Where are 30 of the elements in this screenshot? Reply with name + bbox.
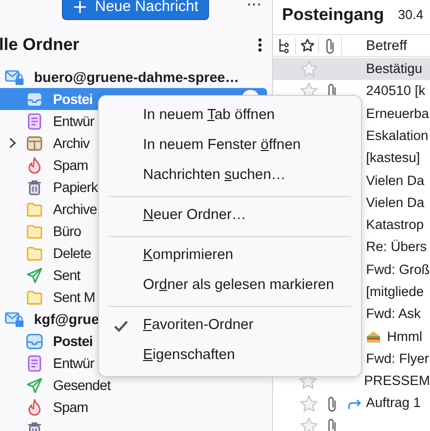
message-subject: Katastrop: [366, 216, 424, 234]
folder-name: Spam: [53, 156, 88, 175]
folder-title: Posteingang: [282, 4, 384, 26]
message-subject: PRESSEM: [364, 372, 430, 390]
folder-name: Entwür: [53, 112, 94, 130]
folder-name: Büro: [53, 222, 81, 240]
folder-name: Archiv: [53, 134, 90, 152]
message-subject: Erneuerba: [366, 104, 430, 123]
message-subject: Vielen Da: [366, 194, 424, 212]
message-count: 30.4: [398, 6, 424, 24]
folder-name: Archive: [53, 200, 97, 218]
message-subject: 240510 [k: [366, 82, 426, 100]
folder-name: Postei: [53, 332, 93, 350]
message-subject: [kastesu]: [366, 149, 420, 168]
folder-name: Postei: [53, 90, 93, 108]
folder-name: Papierk: [53, 178, 98, 197]
folder-name: Delete: [53, 244, 92, 262]
folder-name: Gesendet: [53, 376, 111, 394]
message-subject: Fwd: Ask: [366, 305, 421, 324]
folder-name: Sent: [53, 266, 80, 284]
message-subject: Fwd: Groß: [366, 260, 430, 279]
pane-title: lle Ordner: [0, 34, 80, 56]
message-subject: Hmml: [387, 328, 422, 346]
folder-name: Entwür: [53, 354, 94, 372]
folder-name: Sent M: [53, 288, 95, 306]
message-subject: Bestätigu: [366, 60, 422, 78]
message-subject: Re: Übers: [366, 238, 427, 256]
message-subject: Fwd: Flyer: [366, 350, 430, 368]
folder-name: Spam: [53, 398, 88, 417]
message-subject: Auftrag 1: [366, 394, 421, 412]
